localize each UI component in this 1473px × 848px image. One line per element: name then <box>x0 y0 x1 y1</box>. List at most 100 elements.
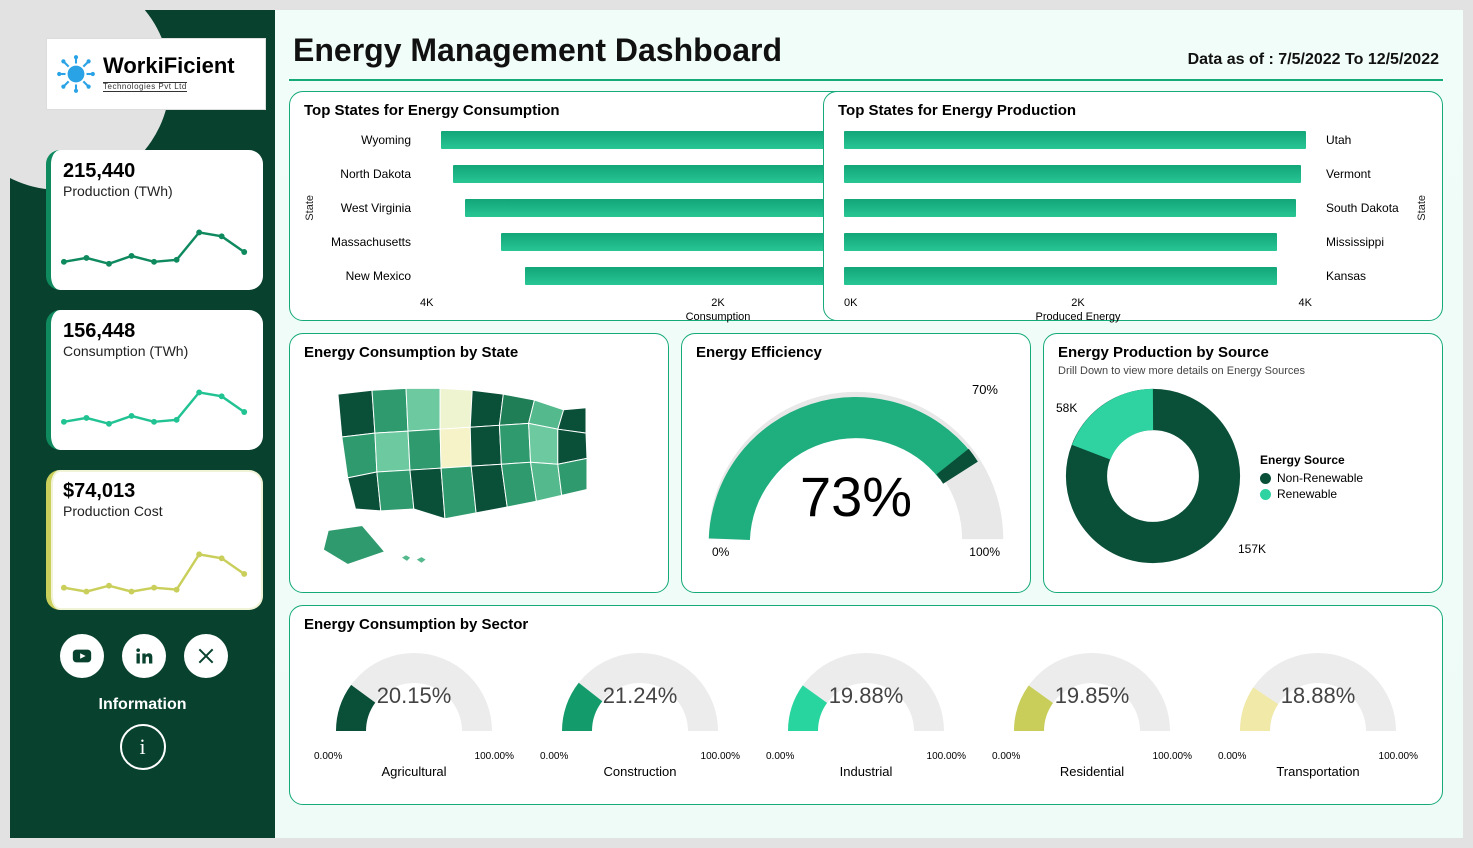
gauge-max: 100.00% <box>1379 751 1418 762</box>
x-tick: 0K <box>844 297 857 309</box>
sector-gauge[interactable]: 19.85% 0.00%100.00% Residential <box>982 641 1202 779</box>
gauge-max: 100.00% <box>701 751 740 762</box>
kpi-value: 215,440 <box>63 160 251 183</box>
kpi-value: 156,448 <box>63 320 251 343</box>
x-tick: 4K <box>1299 297 1312 309</box>
legend-swatch <box>1260 489 1271 500</box>
information-block: Information i <box>10 696 275 770</box>
legend-label: Non-Renewable <box>1277 471 1363 485</box>
bar[interactable] <box>844 267 1277 285</box>
social-row <box>60 634 275 678</box>
kpi-sparkline <box>59 542 255 602</box>
brand-mark-icon <box>55 53 97 95</box>
legend-label: Renewable <box>1277 487 1337 501</box>
chart-title: Energy Efficiency <box>696 344 1016 361</box>
x-twitter-icon[interactable] <box>184 634 228 678</box>
kpi-value: $74,013 <box>63 480 251 503</box>
card-efficiency[interactable]: Energy Efficiency 70% 73% 0% 100% <box>681 333 1031 593</box>
header-divider <box>289 79 1443 81</box>
x-tick: 2K <box>1071 297 1084 309</box>
efficiency-target-label: 70% <box>972 382 998 397</box>
sector-gauge[interactable]: 21.24% 0.00% 100.00% Construction <box>530 641 750 779</box>
donut-chart <box>1058 381 1248 571</box>
y-axis-title: State <box>1416 195 1428 221</box>
date-range: Data as of : 7/5/2022 To 12/5/2022 <box>1188 51 1439 69</box>
legend-item[interactable]: Renewable <box>1260 487 1363 501</box>
us-map-icon <box>304 365 654 579</box>
kpi-label: Production Cost <box>63 503 251 519</box>
bar-label: Massachusetts <box>316 235 411 249</box>
legend-item[interactable]: Non-Renewable <box>1260 471 1363 485</box>
youtube-icon[interactable] <box>60 634 104 678</box>
sector-gauge[interactable]: 19.88% 0.00%100.00% Industrial <box>756 641 976 779</box>
sector-value: 19.88% <box>756 683 976 709</box>
kpi-label: Production (TWh) <box>63 183 251 199</box>
information-button[interactable]: i <box>120 724 166 770</box>
bar-label: North Dakota <box>316 167 411 181</box>
bar-label: Wyoming <box>316 133 411 147</box>
gauge-min: 0% <box>712 545 729 559</box>
kpi-sparkline <box>59 222 255 282</box>
efficiency-value: 73% <box>682 464 1030 529</box>
bars-area <box>838 123 1326 293</box>
card-map[interactable]: Energy Consumption by State <box>289 333 669 593</box>
x-tick: 2K <box>711 297 724 309</box>
card-production-source[interactable]: Energy Production by Source Drill Down t… <box>1043 333 1443 593</box>
x-axis-title: Produced Energy <box>838 311 1318 323</box>
card-sector[interactable]: Energy Consumption by Sector 20.15% 0.00… <box>289 605 1443 805</box>
bar-label: New Mexico <box>316 269 411 283</box>
information-title: Information <box>10 696 275 714</box>
date-range-value: 7/5/2022 To 12/5/2022 <box>1278 51 1439 68</box>
kpi-card-production[interactable]: 215,440 Production (TWh) <box>46 150 263 290</box>
card-top-production[interactable]: Top States for Energy Production Utah Ve… <box>823 91 1443 321</box>
sector-value: 20.15% <box>304 683 524 709</box>
bar-label: Vermont <box>1326 167 1416 181</box>
sector-value: 18.88% <box>1208 683 1428 709</box>
bar-label: Mississippi <box>1326 235 1416 249</box>
chart-title: Energy Consumption by Sector <box>304 616 1428 633</box>
chart-title: Top States for Energy Production <box>838 102 1428 119</box>
sector-gauge[interactable]: 18.88% 0.00%100.00% Transportation <box>1208 641 1428 779</box>
bar[interactable] <box>844 165 1301 183</box>
kpi-card-production-cost[interactable]: $74,013 Production Cost <box>46 470 263 610</box>
gauge-min: 0.00% <box>314 751 342 762</box>
legend-swatch <box>1260 473 1271 484</box>
y-axis-labels: Utah Vermont South Dakota Mississippi Ka… <box>1326 123 1416 293</box>
gauge-min: 0.00% <box>540 751 568 762</box>
chart-title: Energy Production by Source <box>1058 344 1428 361</box>
sector-label: Residential <box>982 764 1202 779</box>
bar[interactable] <box>844 199 1296 217</box>
sector-gauge[interactable]: 20.15% 0.00%100.00% Agricultural <box>304 641 524 779</box>
app-root: WorkiFicient Technologies Pvt Ltd 215,44… <box>10 10 1463 838</box>
donut-legend: Energy Source Non-Renewable Renewable <box>1260 453 1363 503</box>
kpi-label: Consumption (TWh) <box>63 343 251 359</box>
y-axis-title: State <box>304 195 316 221</box>
brand-tagline: Technologies Pvt Ltd <box>103 82 187 92</box>
gauge-max: 100% <box>969 545 1000 559</box>
sector-value: 21.24% <box>530 683 750 709</box>
gauge-min: 0.00% <box>1218 751 1246 762</box>
gauge-max: 100.00% <box>475 751 514 762</box>
gauge-max: 100.00% <box>927 751 966 762</box>
chart-subtitle: Drill Down to view more details on Energ… <box>1058 365 1428 377</box>
gauge-min: 0.00% <box>992 751 1020 762</box>
sector-label: Industrial <box>756 764 976 779</box>
page-title: Energy Management Dashboard <box>293 32 782 69</box>
donut-label-nonrenewable: 157K <box>1238 542 1266 556</box>
kpi-card-consumption[interactable]: 156,448 Consumption (TWh) <box>46 310 263 450</box>
kpi-stack: 215,440 Production (TWh) 156,448 Consump… <box>46 150 263 610</box>
bar[interactable] <box>844 233 1277 251</box>
sector-label: Construction <box>530 764 750 779</box>
bar-label: West Virginia <box>316 201 411 215</box>
bar[interactable] <box>844 131 1306 149</box>
kpi-sparkline <box>59 382 255 442</box>
bar-label: South Dakota <box>1326 201 1416 215</box>
y-axis-labels: Wyoming North Dakota West Virginia Massa… <box>316 123 411 293</box>
header: Energy Management Dashboard Data as of :… <box>289 24 1443 77</box>
sidebar: WorkiFicient Technologies Pvt Ltd 215,44… <box>10 10 275 838</box>
brand-logo: WorkiFicient Technologies Pvt Ltd <box>46 38 266 110</box>
gauge-max: 100.00% <box>1153 751 1192 762</box>
brand-name: WorkiFicient <box>103 55 235 77</box>
dashboard-grid: Top States for Energy Consumption State … <box>289 91 1443 824</box>
linkedin-icon[interactable] <box>122 634 166 678</box>
